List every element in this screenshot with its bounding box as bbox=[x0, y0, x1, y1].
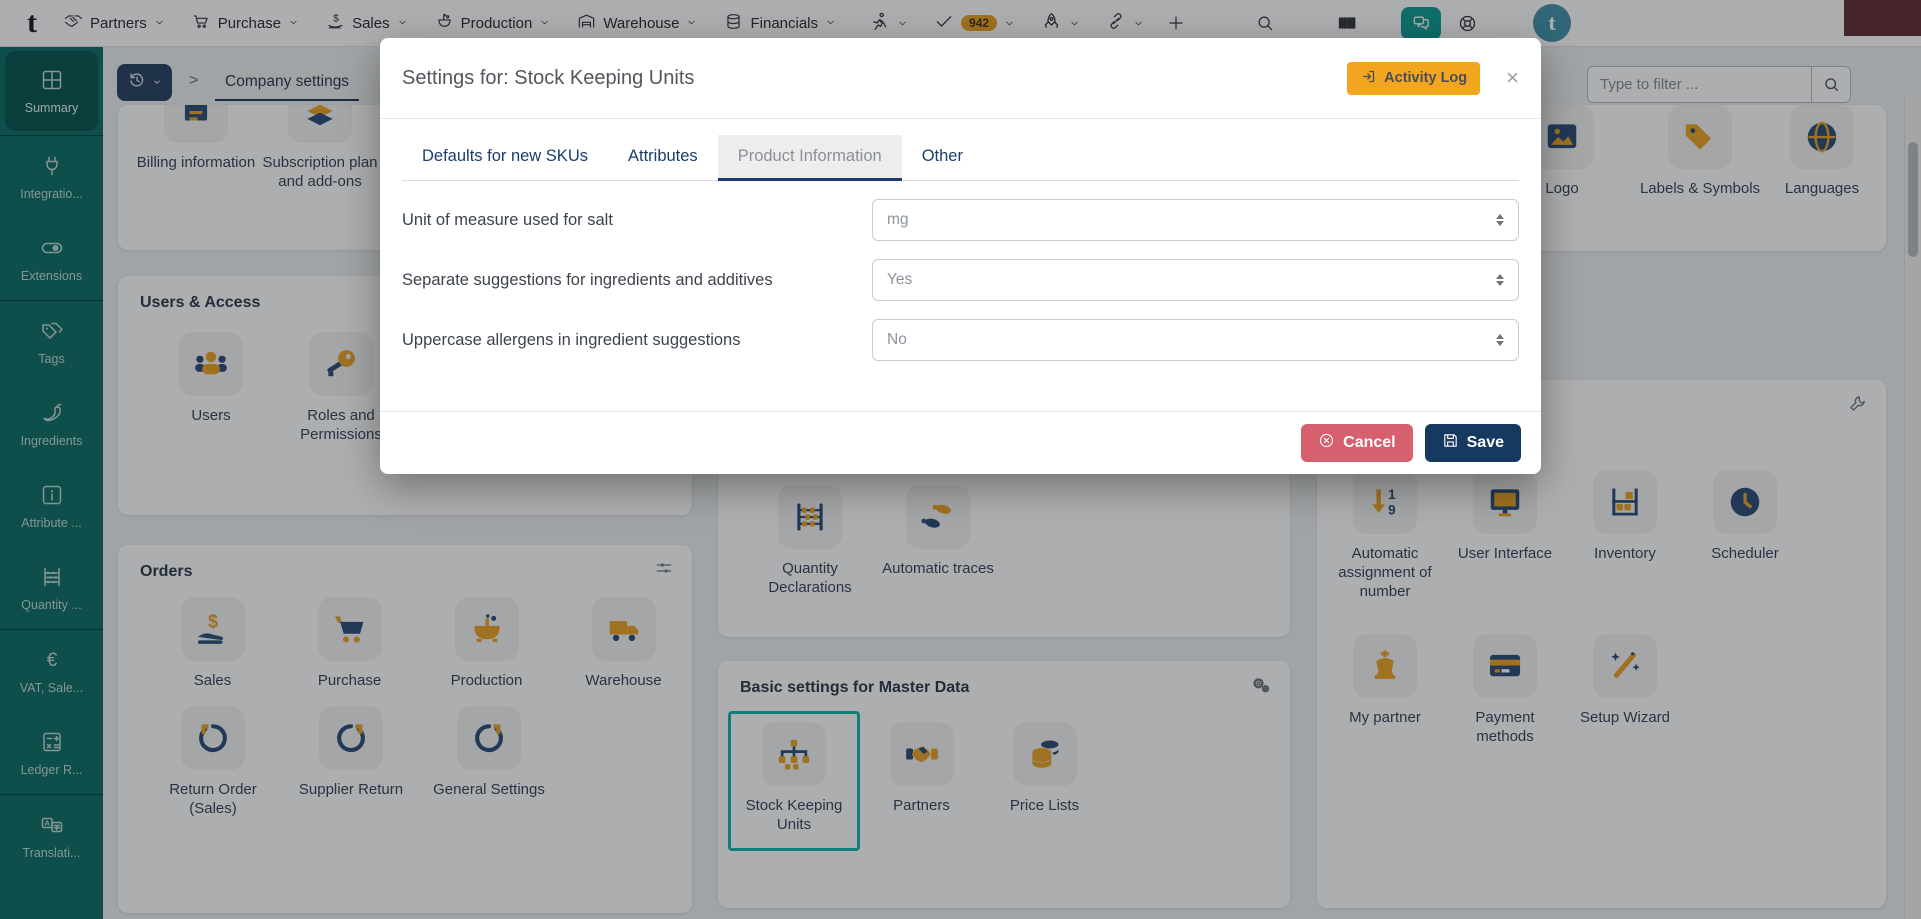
cancel-button[interactable]: Cancel bbox=[1301, 424, 1412, 462]
activity-log-button[interactable]: Activity Log bbox=[1347, 62, 1480, 95]
save-button[interactable]: Save bbox=[1425, 424, 1521, 462]
field-label-separate-suggestions: Separate suggestions for ingredients and… bbox=[402, 271, 872, 290]
app-screen: t Partners Purchase $ Sales Production W… bbox=[0, 0, 1921, 919]
tab-product-information[interactable]: Product Information bbox=[718, 135, 902, 181]
log-arrow-icon bbox=[1360, 69, 1377, 88]
tab-defaults-new-skus[interactable]: Defaults for new SKUs bbox=[402, 135, 608, 181]
modal-title: Settings for: Stock Keeping Units bbox=[402, 67, 1347, 90]
separate-suggestions-select[interactable]: Yes bbox=[872, 259, 1519, 301]
select-arrows-icon bbox=[1496, 214, 1504, 226]
close-icon[interactable]: × bbox=[1506, 67, 1519, 89]
tab-other[interactable]: Other bbox=[902, 135, 983, 181]
settings-modal: Settings for: Stock Keeping Units Activi… bbox=[380, 38, 1541, 474]
tab-attributes[interactable]: Attributes bbox=[608, 135, 718, 181]
salt-unit-select[interactable]: mg bbox=[872, 199, 1519, 241]
circle-x-icon bbox=[1318, 432, 1335, 454]
field-label-salt-unit: Unit of measure used for salt bbox=[402, 211, 872, 230]
modal-tabs: Defaults for new SKUs Attributes Product… bbox=[402, 135, 1519, 181]
select-arrows-icon bbox=[1496, 334, 1504, 346]
select-arrows-icon bbox=[1496, 274, 1504, 286]
uppercase-allergens-select[interactable]: No bbox=[872, 319, 1519, 361]
field-label-uppercase-allergens: Uppercase allergens in ingredient sugges… bbox=[402, 331, 872, 350]
floppy-disk-icon bbox=[1442, 432, 1459, 454]
